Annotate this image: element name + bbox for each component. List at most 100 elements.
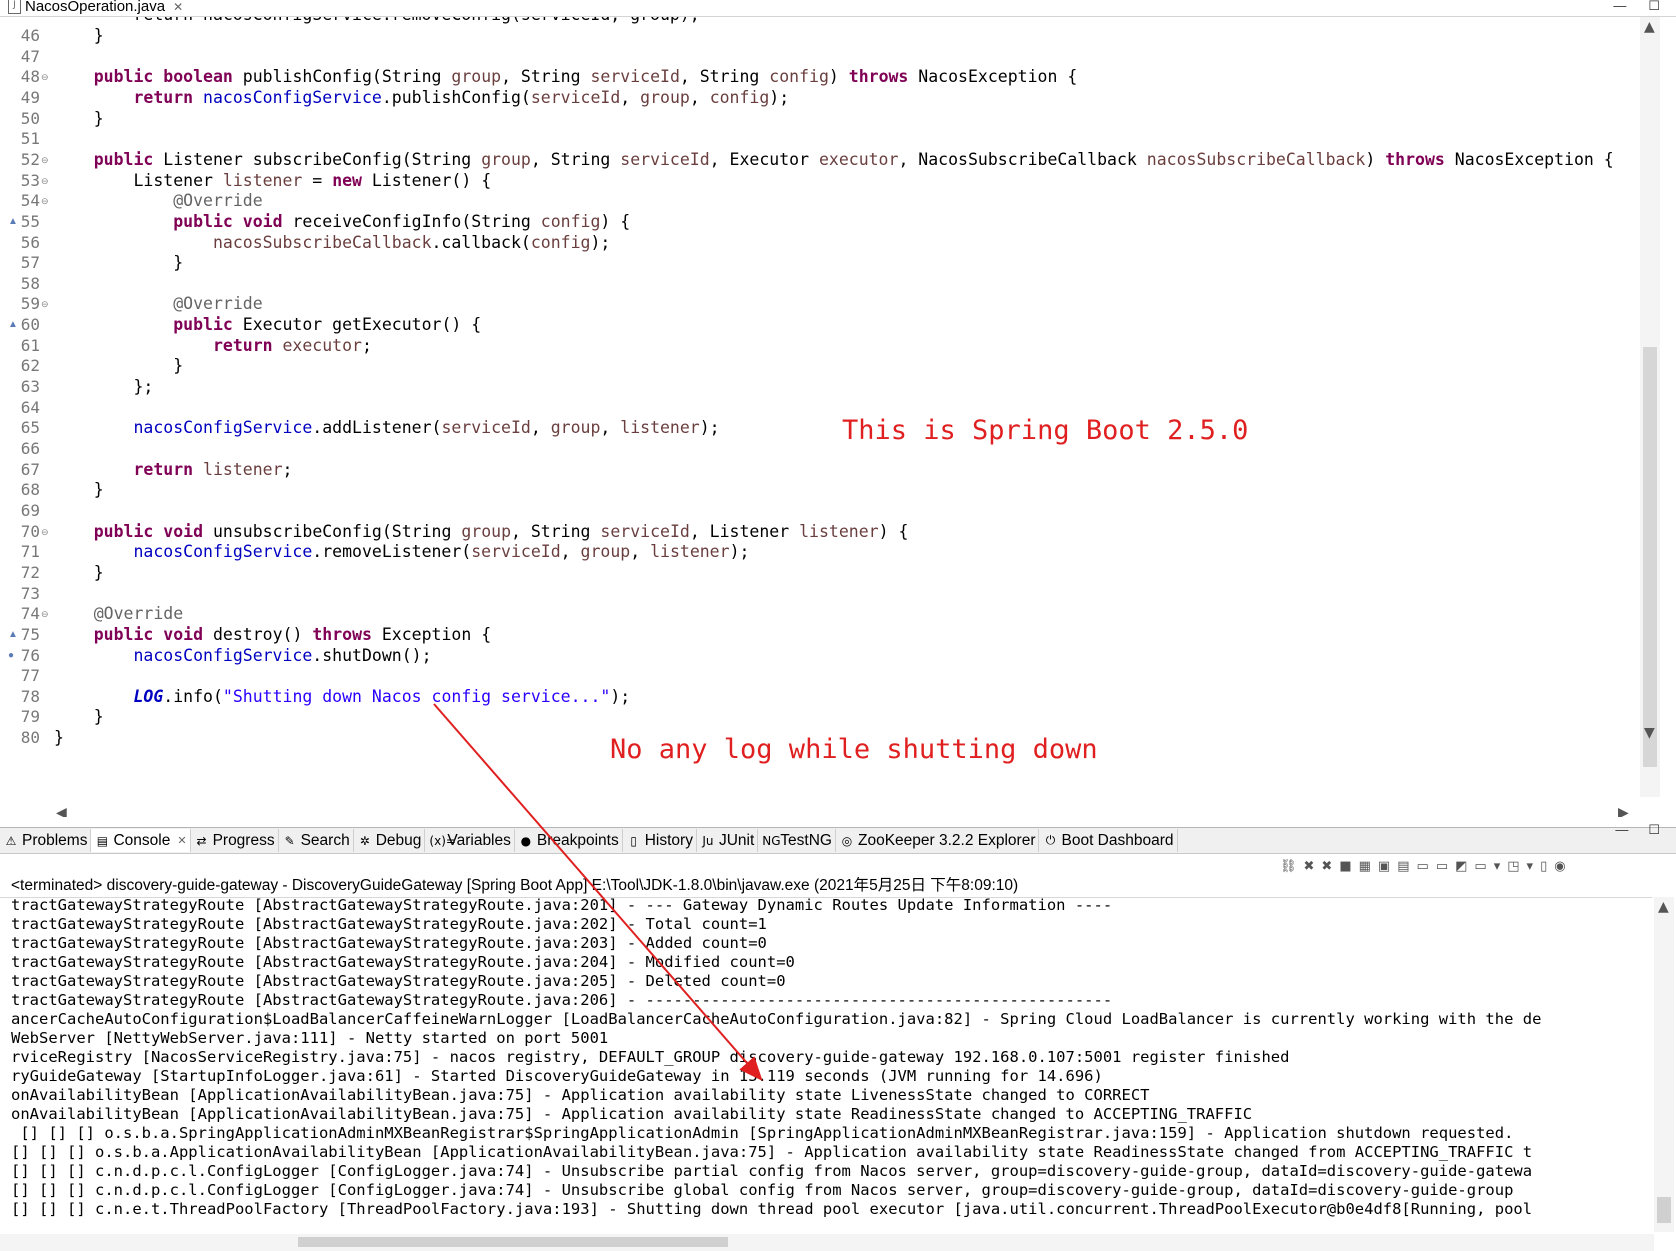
fold-toggle-icon[interactable]: ⊖ (41, 603, 49, 625)
console-vertical-scrollbar[interactable]: ▲ (1654, 897, 1674, 1232)
tab-breakpoints[interactable]: ● Breakpoints (515, 829, 623, 852)
scroll-right-icon[interactable]: ▶ (1618, 805, 1629, 817)
code-token: .publishConfig( (381, 87, 531, 107)
code-token: group (640, 87, 690, 107)
tab-variables[interactable]: (x)= Variables (425, 829, 515, 852)
console-log-line: tractGatewayStrategyRoute [AbstractGatew… (11, 953, 795, 971)
line-number: 47 (20, 46, 40, 66)
close-icon[interactable]: ✕ (173, 0, 183, 14)
pin-console-icon[interactable]: ◩ (1455, 859, 1467, 874)
code-token: ; (361, 335, 372, 355)
editor-tab-nacos-operation[interactable]: J NacosOperation.java ✕ (8, 0, 183, 16)
tab-problems[interactable]: ⚠ Problems (0, 829, 92, 852)
code-area[interactable]: return nacosConfigService.removeConfig(s… (54, 17, 1634, 807)
editor-scroll-thumb[interactable] (1643, 347, 1657, 767)
display-console-icon[interactable]: ▭ (1474, 859, 1486, 874)
open-console-icon[interactable]: ◳ (1507, 859, 1519, 874)
minimize-icon[interactable]: — (1613, 0, 1626, 14)
line-number: 52 (20, 149, 40, 169)
console-horizontal-scrollbar[interactable] (0, 1234, 1654, 1251)
annotation-spring-boot-version: This is Spring Boot 2.5.0 (842, 415, 1249, 446)
breakpoint-marker-icon[interactable]: ● (8, 645, 14, 667)
console-scroll-thumb[interactable] (1657, 1197, 1671, 1223)
line-number: 68 (20, 480, 40, 500)
line-number: 77 (20, 666, 40, 686)
code-token: , String (679, 67, 770, 87)
remove-all-icon[interactable]: ✖ (1321, 859, 1332, 874)
line-number: 54 (20, 191, 40, 211)
maximize-icon[interactable]: ☐ (1648, 822, 1660, 838)
code-token: executor (282, 335, 362, 355)
tab-junit[interactable]: Ju JUnit (697, 829, 759, 852)
fold-toggle-icon[interactable]: ⊖ (41, 170, 49, 192)
code-token: throws (1385, 149, 1445, 169)
tab-label: Console (113, 831, 171, 849)
tab-label: Problems (22, 831, 88, 849)
show-stdout-icon[interactable]: ▭ (1417, 859, 1429, 874)
editor-vertical-scrollbar[interactable]: ▲ ▼ (1640, 17, 1660, 797)
minimize-icon[interactable]: ▯ (1540, 859, 1547, 874)
close-icon[interactable]: ✕ (177, 834, 186, 847)
override-marker-icon[interactable]: ▲ (8, 211, 18, 233)
code-token: Exception { (371, 624, 492, 644)
code-line: @Override (54, 603, 183, 625)
tab-history[interactable]: ▯ History (623, 829, 697, 852)
remove-launch-icon[interactable]: ✖ (1304, 859, 1315, 874)
code-token: , (600, 418, 621, 438)
maximize-icon[interactable]: ☐ (1648, 0, 1660, 14)
code-token: group (461, 521, 511, 541)
clear-console-icon[interactable]: ▦ (1359, 859, 1371, 874)
maximize-icon[interactable]: ◉ (1554, 859, 1565, 874)
fold-toggle-icon[interactable]: ⊖ (41, 66, 49, 88)
tab-label: Search (300, 831, 350, 849)
display-dropdown-icon[interactable]: ▾ (1494, 859, 1501, 874)
tab-testng[interactable]: NG TestNG (758, 829, 836, 852)
fold-toggle-icon[interactable]: ⊖ (41, 521, 49, 543)
tab-boot-dashboard[interactable]: ⏻ Boot Dashboard (1039, 829, 1178, 852)
code-token: , (630, 542, 651, 562)
fold-toggle-icon[interactable]: ⊖ (41, 293, 49, 315)
console-process-title: <terminated> discovery-guide-gateway - D… (11, 877, 1019, 894)
minimize-icon[interactable]: — (1615, 822, 1628, 838)
scroll-up-icon[interactable]: ▲ (1658, 899, 1669, 915)
console-hscroll-thumb[interactable] (298, 1237, 728, 1247)
override-marker-icon[interactable]: ▲ (8, 624, 18, 646)
scroll-down-icon[interactable]: ▼ (1644, 725, 1655, 741)
editor-horizontal-scrollbar[interactable]: ◀ ▶ (54, 805, 1640, 817)
console-output[interactable]: tractGatewayStrategyRoute [AbstractGatew… (0, 897, 1652, 1233)
override-marker-icon[interactable]: ▲ (8, 314, 18, 336)
line-number: 46 (20, 26, 40, 45)
tab-search[interactable]: ✎ Search (279, 829, 354, 852)
tab-zookeeper-3-2-2-explorer[interactable]: ◎ ZooKeeper 3.2.2 Explorer (836, 829, 1040, 852)
code-token: public (93, 521, 154, 541)
code-token: ) (828, 67, 849, 87)
line-number: 63 (20, 377, 40, 397)
link-icon[interactable]: ⛓ (1280, 859, 1297, 874)
code-editor[interactable]: 46 47 48 ⊖ 49 50 51 52 ⊖ 53 ⊖ 54 ⊖ 55 ▲ 56 57 58 59 ⊖ 60 ▲ 61 6… (0, 17, 1676, 817)
history-icon: ▯ (630, 833, 638, 848)
show-stderr-icon[interactable]: ▭ (1436, 859, 1448, 874)
fold-toggle-icon[interactable]: ⊖ (41, 190, 49, 212)
open-dropdown-icon[interactable]: ▾ (1527, 859, 1534, 874)
fold-toggle-icon[interactable]: ⊖ (41, 149, 49, 171)
line-number: 74 (20, 604, 40, 624)
line-number: 65 (20, 418, 40, 438)
tab-console[interactable]: ▤ Console ✕ (91, 829, 191, 852)
scroll-left-icon[interactable]: ◀ (56, 805, 67, 817)
code-token: @Override (173, 191, 263, 211)
scroll-lock-icon[interactable]: ▣ (1378, 859, 1390, 874)
word-wrap-icon[interactable]: ▤ (1397, 859, 1409, 874)
code-line: nacosConfigService.removeListener(servic… (54, 541, 749, 563)
tab-progress[interactable]: ⇄ Progress (191, 829, 279, 852)
code-token: } (54, 562, 104, 582)
scroll-up-icon[interactable]: ▲ (1644, 19, 1655, 35)
code-token: } (54, 26, 104, 45)
stop-icon[interactable]: ■ (1339, 859, 1351, 874)
tab-debug[interactable]: ✲ Debug (354, 829, 426, 852)
